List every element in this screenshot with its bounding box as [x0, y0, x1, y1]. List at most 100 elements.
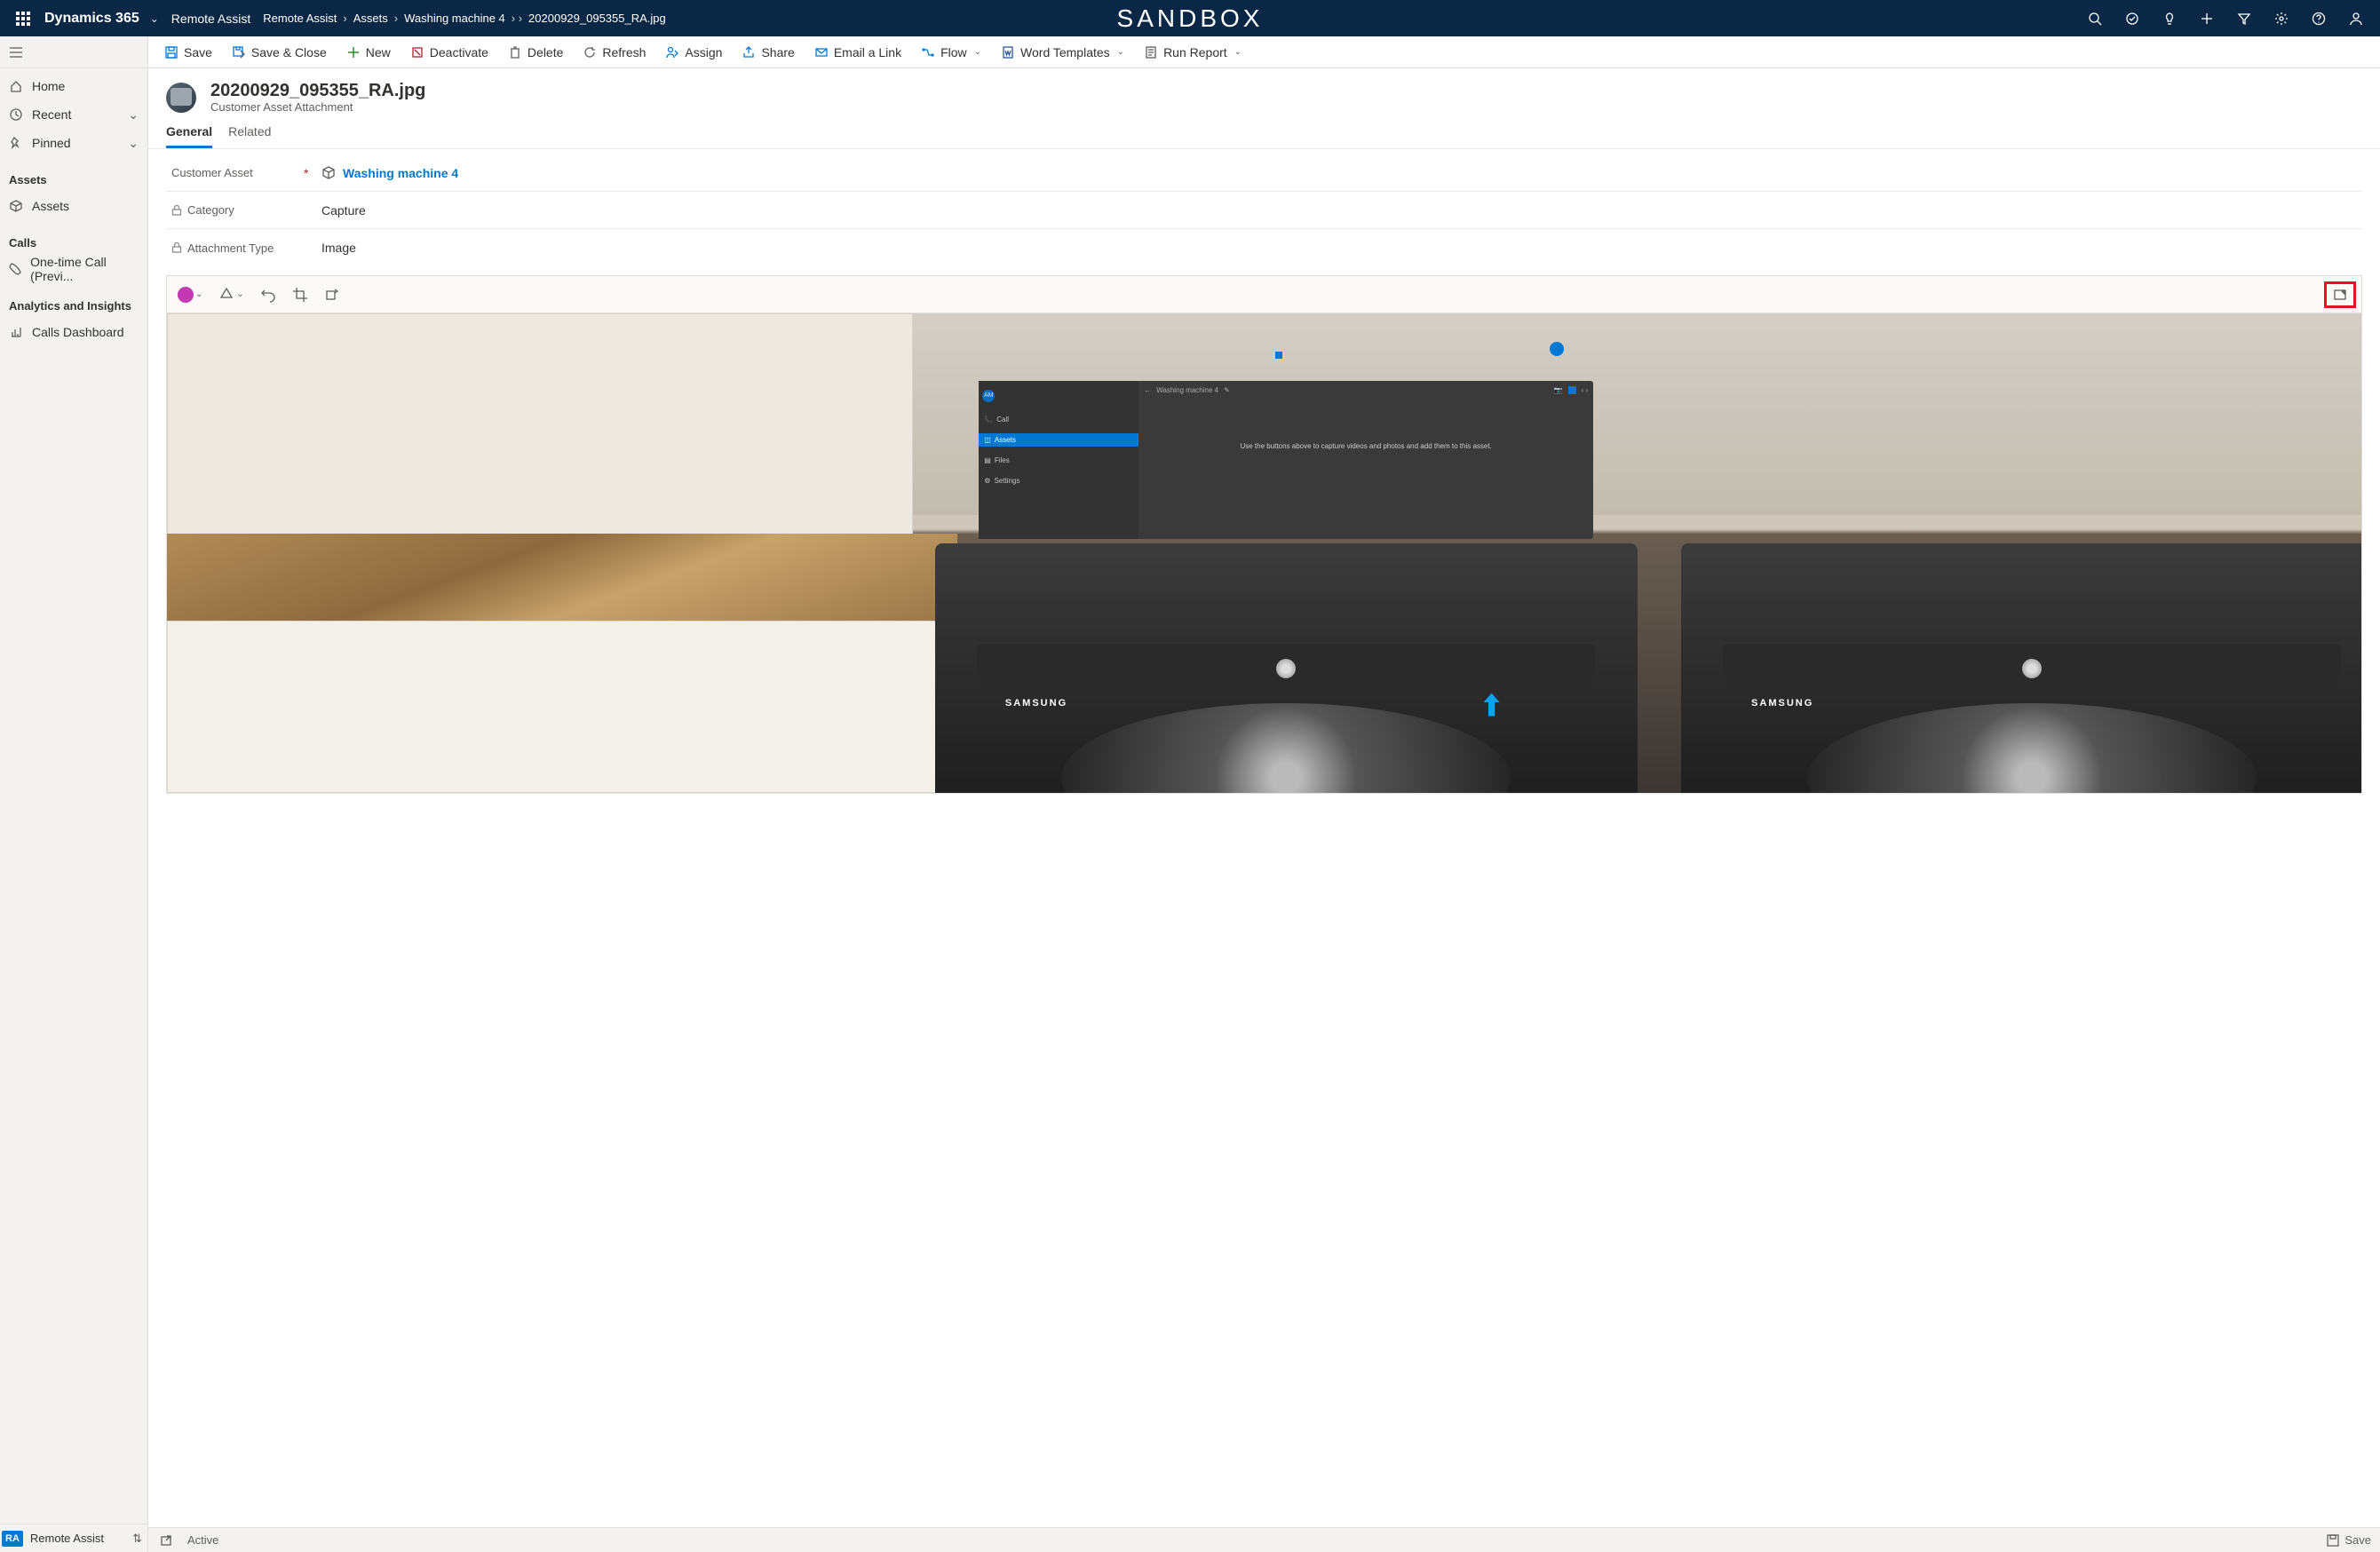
app-name-label[interactable]: Remote Assist	[171, 12, 250, 26]
crop-tool[interactable]	[292, 287, 308, 303]
sidebar-section-analytics: Analytics and Insights	[0, 283, 147, 318]
hololens-panel: AM 📞 Call ◫ Assets ▤ Files ⚙ Settings ← …	[979, 381, 1593, 539]
cmd-assign[interactable]: Assign	[658, 42, 729, 63]
required-indicator: *	[304, 166, 308, 180]
cmd-refresh[interactable]: Refresh	[575, 42, 653, 63]
sidebar-item-home[interactable]: Home	[0, 72, 147, 100]
main-content: Save Save & Close New Deactivate Delete …	[148, 36, 2380, 1552]
updown-icon: ⇅	[132, 1532, 142, 1546]
app-launcher-button[interactable]	[5, 0, 41, 36]
sidebar-section-calls: Calls	[0, 220, 147, 255]
holo-message: Use the buttons above to capture videos …	[1240, 442, 1491, 451]
record-thumbnail	[166, 83, 196, 113]
field-value: Image	[321, 241, 356, 255]
tab-related[interactable]: Related	[228, 119, 271, 148]
lookup-link[interactable]: Washing machine 4	[343, 166, 458, 180]
cmd-deactivate[interactable]: Deactivate	[403, 42, 496, 63]
area-badge: RA	[2, 1531, 23, 1547]
sandbox-banner: SANDBOX	[1117, 4, 1264, 33]
add-icon[interactable]	[2188, 0, 2225, 36]
sidebar-item-label: Recent	[32, 107, 71, 122]
holo-menu-call: 📞 Call	[979, 413, 1138, 426]
color-swatch-icon	[178, 287, 194, 303]
rotate-tool[interactable]	[324, 287, 340, 303]
command-bar: Save Save & Close New Deactivate Delete …	[148, 36, 2380, 68]
cmd-save-close[interactable]: Save & Close	[225, 42, 334, 63]
sidebar-item-label: Assets	[32, 199, 69, 213]
form-body: Customer Asset * Washing machine 4 Categ…	[148, 149, 2380, 1527]
global-header: Dynamics 365 ⌄ Remote Assist Remote Assi…	[0, 0, 2380, 36]
record-header: 20200929_095355_RA.jpg Customer Asset At…	[148, 68, 2380, 119]
task-icon[interactable]	[2114, 0, 2151, 36]
header-icon-bar	[2076, 0, 2375, 36]
sidebar-item-label: Calls Dashboard	[32, 325, 124, 339]
lightbulb-icon[interactable]	[2151, 0, 2188, 36]
help-icon[interactable]	[2300, 0, 2337, 36]
cmd-email-link[interactable]: Email a Link	[807, 42, 908, 63]
fullscreen-button-highlighted[interactable]	[2324, 281, 2356, 308]
form-tabs: General Related	[148, 119, 2380, 149]
search-icon[interactable]	[2076, 0, 2114, 36]
brand-chevron-icon[interactable]: ⌄	[150, 12, 159, 25]
settings-icon[interactable]	[2263, 0, 2300, 36]
pin-icon	[9, 137, 23, 149]
image-editor: ⌄ ⌄ SAMSUNG	[166, 275, 2362, 794]
area-switcher[interactable]: RA Remote Assist ⇅	[0, 1524, 147, 1552]
tab-general[interactable]: General	[166, 119, 212, 148]
holo-menu-assets: ◫ Assets	[979, 433, 1138, 447]
cmd-save[interactable]: Save	[157, 42, 219, 63]
color-picker-tool[interactable]: ⌄	[178, 287, 202, 303]
left-nav: Home Recent ⌄ Pinned ⌄ Assets Assets Cal…	[0, 36, 148, 1552]
washer-right: SAMSUNG	[1681, 543, 2361, 793]
breadcrumb-item[interactable]: Remote Assist	[263, 12, 337, 25]
filter-icon[interactable]	[2225, 0, 2263, 36]
chevron-down-icon: ⌄	[974, 47, 981, 57]
field-label: Category	[187, 203, 234, 217]
sidebar-item-assets[interactable]: Assets	[0, 192, 147, 220]
marker-tool[interactable]: ⌄	[218, 287, 243, 303]
status-bar: Active Save	[148, 1527, 2380, 1552]
image-canvas[interactable]: SAMSUNG 59 SAMSUNG AM 📞 Cal	[167, 313, 2361, 793]
breadcrumb-item[interactable]: Washing machine 4	[404, 12, 505, 25]
status-save-button[interactable]: Save	[2327, 1533, 2371, 1547]
chevron-down-icon: ⌄	[128, 136, 139, 151]
home-icon	[9, 80, 23, 92]
popout-icon[interactable]	[157, 1534, 175, 1547]
area-label: Remote Assist	[30, 1532, 104, 1545]
undo-tool[interactable]	[260, 287, 276, 303]
status-state: Active	[187, 1533, 218, 1547]
field-category: Category Capture	[166, 192, 2362, 229]
cmd-flow[interactable]: Flow⌄	[914, 42, 988, 63]
sidebar-item-label: Pinned	[32, 136, 71, 150]
breadcrumb-item[interactable]: 20200929_095355_RA.jpg	[528, 12, 666, 25]
chart-icon	[9, 326, 23, 338]
record-subtitle: Customer Asset Attachment	[210, 100, 425, 114]
phone-icon	[9, 263, 21, 275]
nav-collapse-button[interactable]	[0, 36, 147, 68]
record-title: 20200929_095355_RA.jpg	[210, 81, 425, 100]
hololens-handle-icon	[1275, 352, 1282, 359]
washer-left: SAMSUNG 59	[935, 543, 1638, 793]
lock-icon	[171, 205, 182, 216]
brand-label[interactable]: Dynamics 365	[44, 11, 139, 27]
cmd-share[interactable]: Share	[734, 42, 801, 63]
chevron-down-icon: ⌄	[128, 107, 139, 123]
sidebar-item-recent[interactable]: Recent ⌄	[0, 100, 147, 129]
sidebar-item-onetime-call[interactable]: One-time Call (Previ...	[0, 255, 147, 283]
holo-menu-files: ▤ Files	[979, 454, 1138, 467]
cmd-word-templates[interactable]: Word Templates⌄	[994, 42, 1131, 63]
chevron-down-icon: ⌄	[1117, 47, 1124, 57]
breadcrumb-item[interactable]: Assets	[353, 12, 388, 25]
field-attachment-type: Attachment Type Image	[166, 229, 2362, 266]
cmd-delete[interactable]: Delete	[501, 42, 570, 63]
clock-icon	[9, 108, 23, 121]
cmd-run-report[interactable]: Run Report⌄	[1137, 42, 1249, 63]
cmd-new[interactable]: New	[339, 42, 398, 63]
holo-menu-settings: ⚙ Settings	[979, 474, 1138, 487]
field-value: Capture	[321, 203, 366, 218]
lock-icon	[171, 242, 182, 253]
sidebar-item-calls-dashboard[interactable]: Calls Dashboard	[0, 318, 147, 346]
account-icon[interactable]	[2337, 0, 2375, 36]
sidebar-item-pinned[interactable]: Pinned ⌄	[0, 129, 147, 157]
image-toolbar: ⌄ ⌄	[167, 276, 2361, 313]
